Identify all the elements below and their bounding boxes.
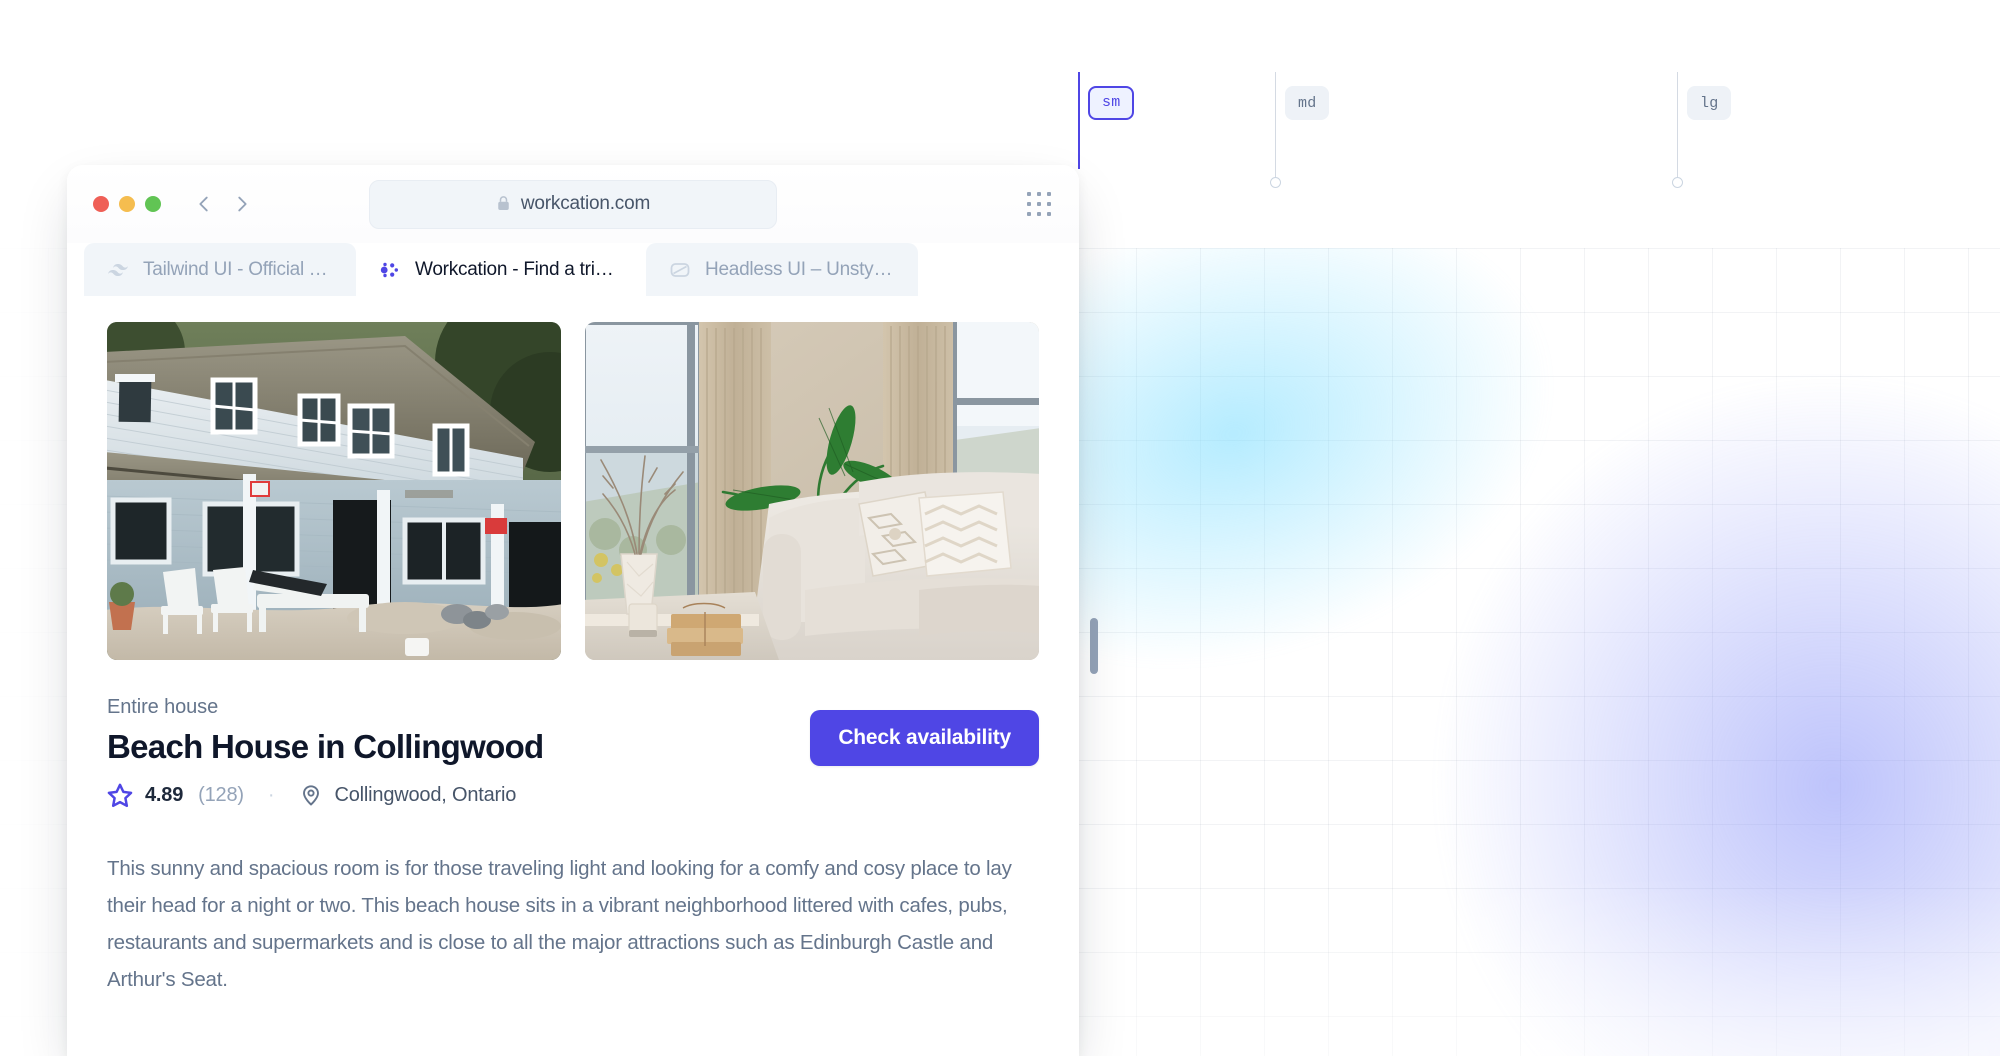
tab-label: Tailwind UI - Official Tail...	[143, 258, 334, 280]
lock-icon	[496, 195, 511, 213]
breakpoint-chip-lg[interactable]: lg	[1687, 86, 1732, 120]
tab-workcation[interactable]: Workcation - Find a trip t...	[356, 243, 646, 296]
window-traffic-lights	[93, 196, 161, 212]
screenshot-stage: sm md lg workcation.com Tailwind UI - Of…	[0, 0, 2000, 1056]
minimize-window-button[interactable]	[119, 196, 135, 212]
exterior-photo[interactable]	[107, 322, 561, 660]
tailwind-logo-icon	[106, 258, 130, 282]
tab-label: Headless UI – Unstyled, f...	[705, 258, 896, 280]
stats-separator: ·	[267, 783, 275, 806]
breakpoint-line-sm	[1078, 72, 1080, 169]
breakpoint-line-lg	[1677, 72, 1678, 182]
breakpoint-handle-lg[interactable]	[1672, 177, 1683, 188]
breakpoint-handle-md[interactable]	[1270, 177, 1281, 188]
browser-chrome-bar: workcation.com	[67, 165, 1079, 243]
listing-description: This sunny and spacious room is for thos…	[107, 857, 1012, 991]
tab-label: Workcation - Find a trip t...	[415, 258, 624, 280]
breakpoint-chip-md[interactable]: md	[1285, 86, 1330, 120]
tab-headless-ui[interactable]: Headless UI – Unstyled, f...	[646, 243, 918, 296]
listing-photo-gallery	[107, 322, 1039, 660]
viewport-resize-handle[interactable]	[1090, 618, 1098, 674]
address-bar-url: workcation.com	[520, 193, 651, 214]
listing-details: Entire house Beach House in Collingwood …	[107, 696, 1039, 808]
breakpoint-line-md	[1275, 72, 1276, 182]
rating-count: (128)	[198, 783, 244, 806]
listing-stats-row: 4.89 (128) · Collingwood, Ontario	[107, 782, 1039, 808]
rating-value: 4.89	[145, 783, 184, 806]
browser-tab-strip: Tailwind UI - Official Tail... Workcatio…	[67, 243, 1079, 296]
apps-grid-icon[interactable]	[1027, 192, 1051, 216]
headless-ui-logo-icon	[668, 258, 692, 282]
listing-location: Collingwood, Ontario	[334, 783, 517, 806]
close-window-button[interactable]	[93, 196, 109, 212]
maximize-window-button[interactable]	[145, 196, 161, 212]
tab-tailwind-ui[interactable]: Tailwind UI - Official Tail...	[84, 243, 356, 296]
browser-window: workcation.com Tailwind UI - Official Ta…	[67, 165, 1079, 1056]
forward-arrow-icon[interactable]	[231, 193, 253, 215]
workcation-logo-icon	[378, 258, 402, 282]
interior-photo[interactable]	[585, 322, 1039, 660]
address-bar[interactable]: workcation.com	[369, 179, 777, 229]
browser-navigation	[193, 193, 253, 215]
map-pin-icon	[299, 783, 323, 807]
breakpoint-chip-sm[interactable]: sm	[1088, 86, 1135, 120]
check-availability-button[interactable]: Check availability	[810, 710, 1039, 766]
back-arrow-icon[interactable]	[193, 193, 215, 215]
star-icon	[107, 782, 133, 808]
workcation-listing-page: Entire house Beach House in Collingwood …	[67, 296, 1079, 1056]
